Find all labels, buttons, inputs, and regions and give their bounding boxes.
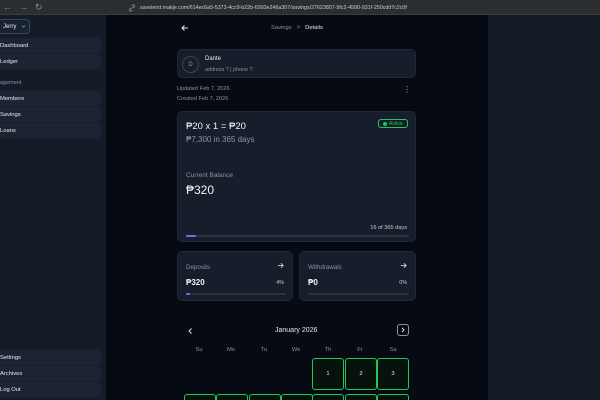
- withdrawals-percent: 0%: [399, 280, 407, 286]
- sidebar-item-logout[interactable]: Log Out: [0, 382, 101, 397]
- weekday-label: Fr: [357, 347, 363, 353]
- deposits-card[interactable]: Deposits ₱320 4%: [177, 251, 293, 301]
- plan-duration: ₱7,300 in 365 days: [186, 135, 255, 144]
- sidebar-item-dashboard[interactable]: Dashboard: [0, 38, 101, 53]
- link-icon: [129, 3, 135, 12]
- arrow-right-icon: [277, 263, 284, 268]
- status-label: Active: [389, 120, 403, 127]
- chevron-down-icon: [21, 25, 26, 28]
- user-name: Jerry: [3, 23, 17, 30]
- main-content: Savings > Details D Dante address ? | ph…: [106, 15, 488, 400]
- balance-label: Current Balance: [186, 172, 233, 179]
- weekday-label: Mo: [226, 347, 236, 353]
- contact-card[interactable]: D Dante address ? | phone ?: [177, 49, 416, 78]
- arrow-right-icon: [400, 263, 407, 268]
- days-progress-fill: [186, 235, 196, 237]
- sidebar-item-label: Ledger: [0, 58, 19, 65]
- created-date: Created Feb 7, 2026: [177, 96, 229, 102]
- arrow-left-icon[interactable]: ←: [3, 1, 12, 13]
- user-select[interactable]: Jerry: [0, 19, 30, 34]
- withdrawals-progress-bar: [308, 293, 409, 295]
- chevron-right-icon: [401, 327, 405, 333]
- savings-plan-card: Active ₱20 x 1 = ₱20 ₱7,300 in 365 days …: [177, 111, 416, 242]
- breadcrumb: Savings > Details: [271, 25, 323, 31]
- plan-formula: ₱20 x 1 = ₱20: [186, 121, 246, 132]
- updated-date: Updated Feb 7, 2026: [177, 86, 230, 92]
- avatar: D: [182, 56, 199, 73]
- contact-info: address ? | phone ?: [205, 67, 253, 73]
- calendar-day[interactable]: 2: [345, 358, 377, 390]
- sidebar-item-archives[interactable]: Archives: [0, 366, 101, 381]
- days-progress-bar: [186, 235, 409, 237]
- weekday-label: Tu: [260, 347, 268, 353]
- arrow-right-icon[interactable]: →: [19, 1, 28, 13]
- chevron-right-icon: >: [296, 25, 301, 31]
- calendar-day[interactable]: [377, 394, 409, 400]
- deposits-percent: 4%: [276, 280, 284, 286]
- sidebar: Jerry Dashboard Ledger agement Members S…: [0, 15, 106, 400]
- sidebar-item-ledger[interactable]: Ledger: [0, 54, 101, 69]
- breadcrumb-savings[interactable]: Savings: [271, 25, 292, 31]
- calendar-day[interactable]: [216, 394, 248, 400]
- calendar-day[interactable]: [184, 394, 216, 400]
- sidebar-item-label: Dashboard: [0, 42, 29, 49]
- calendar-day[interactable]: [312, 394, 344, 400]
- calendar-day[interactable]: [249, 394, 281, 400]
- deposits-value: ₱320: [186, 278, 205, 287]
- sidebar-item-label: Log Out: [0, 386, 21, 393]
- sidebar-item-settings[interactable]: Settings: [0, 350, 101, 365]
- days-progress-text: 16 of 365 days: [370, 225, 407, 231]
- status-dot-icon: [383, 121, 387, 126]
- more-options-icon[interactable]: ⋮: [403, 86, 411, 94]
- breadcrumb-details: Details: [305, 25, 323, 31]
- weekday-label: Su: [195, 347, 203, 353]
- withdrawals-label: Withdrawals: [308, 264, 342, 271]
- reload-icon[interactable]: ↻: [35, 1, 43, 13]
- sidebar-item-members[interactable]: Members: [0, 91, 101, 106]
- sidebar-item-label: Members: [0, 95, 25, 102]
- calendar-day[interactable]: [345, 394, 377, 400]
- sidebar-item-label: Archives: [0, 370, 23, 377]
- calendar-day[interactable]: 1: [312, 358, 344, 390]
- browser-toolbar: ← → ↻ savelend.makje.com/614ec6a5-5373-4…: [0, 0, 600, 15]
- withdrawals-card[interactable]: Withdrawals ₱0 0%: [299, 251, 416, 301]
- sidebar-item-savings[interactable]: Savings: [0, 107, 101, 122]
- sidebar-item-label: Savings: [0, 111, 21, 118]
- calendar-month: January 2026: [275, 327, 318, 334]
- sidebar-item-label: Settings: [0, 354, 21, 361]
- contact-name: Dante: [205, 56, 222, 62]
- withdrawals-value: ₱0: [308, 278, 318, 287]
- back-arrow-icon[interactable]: [180, 23, 190, 33]
- weekday-label: Th: [324, 347, 332, 353]
- status-badge: Active: [378, 119, 408, 128]
- deposits-label: Deposits: [186, 264, 211, 271]
- calendar-next-button[interactable]: [397, 324, 409, 336]
- right-panel: [488, 15, 600, 400]
- calendar-day[interactable]: 3: [377, 358, 409, 390]
- sidebar-item-label: Loans: [0, 127, 16, 134]
- deposits-progress-bar: [186, 293, 286, 295]
- balance-value: ₱320: [186, 183, 215, 197]
- calendar-prev-icon[interactable]: [186, 327, 194, 335]
- sidebar-item-loans[interactable]: Loans: [0, 123, 101, 138]
- calendar-day[interactable]: [281, 394, 313, 400]
- address-bar[interactable]: savelend.makje.com/614ec6a5-5373-4cc9-b2…: [128, 2, 407, 13]
- weekday-label: We: [291, 347, 301, 353]
- url-text: savelend.makje.com/614ec6a5-5373-4cc9-b2…: [140, 4, 407, 11]
- weekday-label: Sa: [389, 347, 397, 353]
- sidebar-section-management: agement: [0, 80, 22, 86]
- deposits-progress-fill: [186, 293, 190, 295]
